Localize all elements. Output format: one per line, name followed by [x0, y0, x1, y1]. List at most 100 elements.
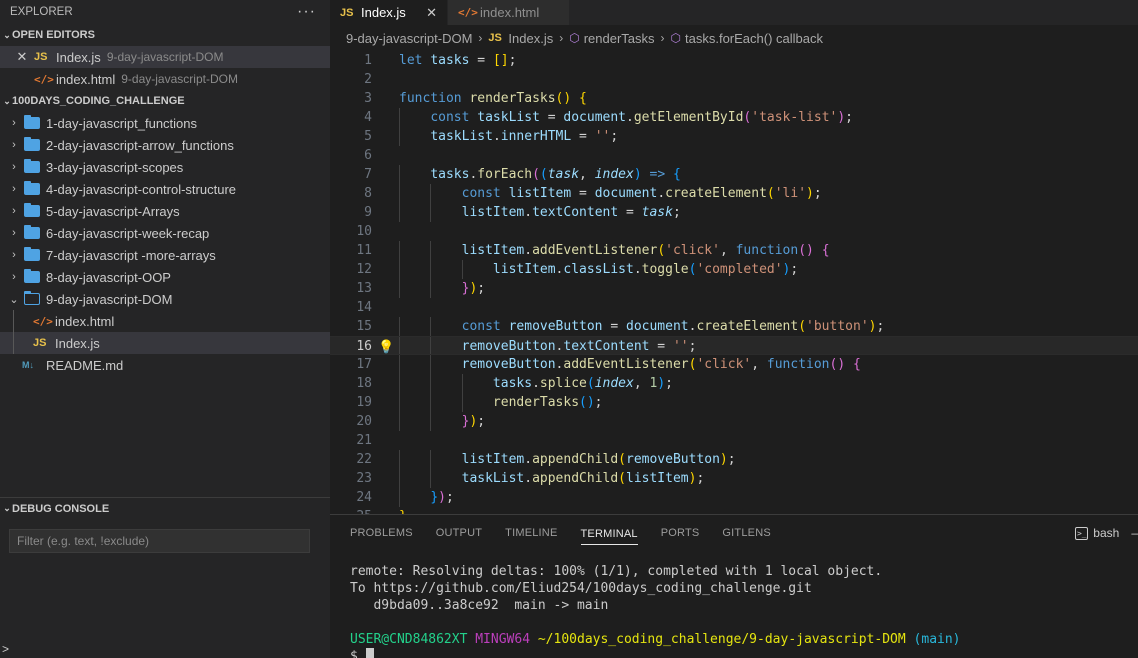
- file-item-index-js[interactable]: JS Index.js: [0, 332, 330, 354]
- debug-prompt-icon[interactable]: >: [2, 642, 9, 656]
- folder-item[interactable]: › 7-day-javascript -more-arrays: [0, 244, 330, 266]
- breadcrumb-symbol[interactable]: tasks.forEach() callback: [685, 31, 823, 46]
- js-file-icon: JS: [34, 51, 48, 63]
- code-text: tasks.splice(index, 1);: [399, 374, 673, 393]
- code-line[interactable]: 20 });: [330, 412, 1138, 431]
- code-line[interactable]: 18 tasks.splice(index, 1);: [330, 374, 1138, 393]
- tab-ports[interactable]: PORTS: [661, 515, 700, 551]
- code-line[interactable]: 1 let tasks = [];: [330, 51, 1138, 70]
- close-icon[interactable]: ✕: [426, 5, 437, 21]
- html-file-icon: </>: [33, 314, 53, 328]
- tab-timeline[interactable]: TIMELINE: [505, 515, 557, 551]
- debug-filter-input[interactable]: [9, 529, 310, 553]
- chevron-right-icon: ›: [12, 139, 16, 151]
- code-line[interactable]: 5 taskList.innerHTML = '';: [330, 127, 1138, 146]
- file-name: README.md: [46, 357, 124, 373]
- tab-gitlens[interactable]: GITLENS: [722, 515, 770, 551]
- line-number: 13: [356, 281, 372, 296]
- folder-item[interactable]: › 2-day-javascript-arrow_functions: [0, 134, 330, 156]
- code-text: listItem.classList.toggle('completed');: [399, 260, 798, 279]
- line-number: 17: [356, 357, 372, 372]
- breadcrumb-file[interactable]: Index.js: [508, 31, 553, 46]
- line-number: 2: [364, 72, 372, 87]
- code-text: const removeButton = document.createElem…: [399, 317, 884, 336]
- more-actions-icon[interactable]: ···: [297, 4, 316, 20]
- code-line[interactable]: 6: [330, 146, 1138, 165]
- file-item-index-html[interactable]: </> index.html: [0, 310, 330, 332]
- minus-icon[interactable]: –: [1131, 526, 1138, 540]
- terminal-shell-selector[interactable]: >_ bash –: [1075, 526, 1138, 540]
- code-line[interactable]: 17 removeButton.addEventListener('click'…: [330, 355, 1138, 374]
- open-editors-header[interactable]: ⌄ OPEN EDITORS: [0, 24, 330, 46]
- code-line[interactable]: 24 });: [330, 488, 1138, 507]
- breadcrumb-symbol[interactable]: renderTasks: [584, 31, 655, 46]
- line-number: 14: [356, 300, 372, 315]
- folder-item[interactable]: › 5-day-javascript-Arrays: [0, 200, 330, 222]
- code-line[interactable]: 16 💡 removeButton.textContent = '';: [330, 336, 1138, 355]
- project-header[interactable]: ⌄ 100DAYS_CODING_CHALLENGE: [0, 90, 330, 112]
- code-line[interactable]: 7 tasks.forEach((task, index) => {: [330, 165, 1138, 184]
- line-number: 21: [356, 433, 372, 448]
- code-line[interactable]: 3 function renderTasks() {: [330, 89, 1138, 108]
- folder-item-open[interactable]: ⌄ 9-day-javascript-DOM: [0, 288, 330, 310]
- js-file-icon: JS: [33, 337, 47, 349]
- line-number: 18: [356, 376, 372, 391]
- open-editor-name: index.html: [56, 71, 116, 87]
- code-line[interactable]: 9 listItem.textContent = task;: [330, 203, 1138, 222]
- chevron-right-icon: ›: [12, 183, 16, 195]
- folder-icon: [24, 225, 40, 239]
- code-line[interactable]: 13 });: [330, 279, 1138, 298]
- code-text: const listItem = document.createElement(…: [399, 184, 822, 203]
- line-number: 6: [364, 148, 372, 163]
- markdown-file-icon: M↓: [22, 360, 34, 370]
- folder-item[interactable]: › 3-day-javascript-scopes: [0, 156, 330, 178]
- shell-label: bash: [1093, 526, 1120, 540]
- tab-output[interactable]: OUTPUT: [436, 515, 482, 551]
- tab-terminal[interactable]: TERMINAL: [580, 523, 638, 545]
- folder-icon: [24, 269, 40, 283]
- tab-index-js[interactable]: JS Index.js ✕: [330, 0, 448, 25]
- code-line[interactable]: 4 const taskList = document.getElementBy…: [330, 108, 1138, 127]
- code-editor[interactable]: 1 let tasks = []; 2 3 function renderTasks()…: [330, 51, 1138, 526]
- folder-icon: [24, 203, 40, 217]
- folder-item[interactable]: › 4-day-javascript-control-structure: [0, 178, 330, 200]
- folder-icon: [24, 181, 40, 195]
- folder-item[interactable]: › 8-day-javascript-OOP: [0, 266, 330, 288]
- terminal-output[interactable]: remote: Resolving deltas: 100% (1/1), co…: [330, 551, 1138, 658]
- terminal-icon: >_: [1075, 526, 1089, 540]
- tab-problems[interactable]: PROBLEMS: [350, 515, 413, 551]
- folder-item[interactable]: › 1-day-javascript_functions: [0, 112, 330, 134]
- tab-index-html[interactable]: </> index.html: [448, 0, 570, 25]
- code-line[interactable]: 19 renderTasks();: [330, 393, 1138, 412]
- debug-console-header[interactable]: ⌄ DEBUG CONSOLE: [0, 497, 330, 519]
- open-editor-name: Index.js: [56, 49, 101, 65]
- terminal-input-line[interactable]: $: [350, 648, 1138, 658]
- open-editor-item-index-html[interactable]: </> index.html 9-day-javascript-DOM: [0, 68, 330, 90]
- folder-name: 9-day-javascript-DOM: [46, 291, 173, 307]
- folder-item[interactable]: › 6-day-javascript-week-recap: [0, 222, 330, 244]
- line-number: 11: [356, 243, 372, 258]
- code-line[interactable]: 15 const removeButton = document.createE…: [330, 317, 1138, 336]
- code-text: renderTasks();: [399, 393, 603, 412]
- code-line[interactable]: 11 listItem.addEventListener('click', fu…: [330, 241, 1138, 260]
- folder-icon: [24, 159, 40, 173]
- code-text: });: [399, 279, 485, 298]
- code-line[interactable]: 12 listItem.classList.toggle('completed'…: [330, 260, 1138, 279]
- open-editor-item-index-js[interactable]: ✕ JS Index.js 9-day-javascript-DOM: [0, 46, 330, 68]
- code-line[interactable]: 22 listItem.appendChild(removeButton);: [330, 450, 1138, 469]
- code-line[interactable]: 2: [330, 70, 1138, 89]
- folder-name: 5-day-javascript-Arrays: [46, 203, 180, 219]
- code-line[interactable]: 21: [330, 431, 1138, 450]
- line-number: 1: [364, 53, 372, 68]
- folder-name: 2-day-javascript-arrow_functions: [46, 137, 234, 153]
- folder-open-icon: [23, 290, 40, 305]
- code-line[interactable]: 23 taskList.appendChild(listItem);: [330, 469, 1138, 488]
- close-icon[interactable]: ✕: [14, 49, 30, 65]
- line-number: 7: [364, 167, 372, 182]
- prompt-env: MINGW64: [475, 632, 531, 647]
- file-item-readme[interactable]: M↓ README.md: [0, 354, 330, 376]
- code-line[interactable]: 10: [330, 222, 1138, 241]
- code-line[interactable]: 8 const listItem = document.createElemen…: [330, 184, 1138, 203]
- code-line[interactable]: 14: [330, 298, 1138, 317]
- breadcrumb-folder[interactable]: 9-day-javascript-DOM: [346, 31, 472, 46]
